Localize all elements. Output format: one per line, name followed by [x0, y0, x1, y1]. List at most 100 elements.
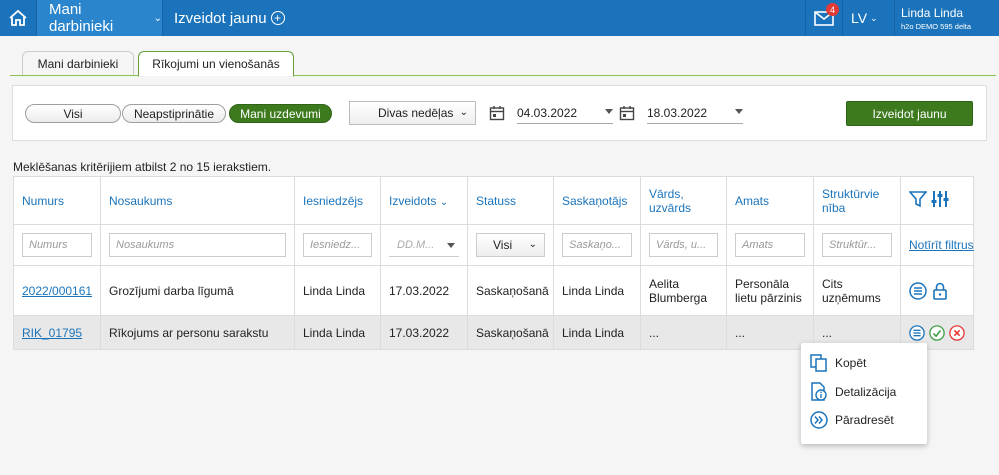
menu-create-new[interactable]: Izveidot jaunu + [174, 0, 285, 36]
number-filter-input[interactable]: Numurs [22, 233, 92, 257]
header-label: Statuss [476, 193, 517, 208]
pill-label: Mani uzdevumi [240, 106, 321, 121]
column-settings-icon[interactable] [930, 190, 950, 208]
copy-menu-item[interactable]: Kopēt [809, 352, 866, 374]
period-select[interactable]: Divas nedēļas ⌄ [349, 101, 476, 125]
period-value: Divas nedēļas [378, 106, 454, 120]
redirect-label: Pāradresēt [835, 413, 894, 427]
status-filter-select[interactable]: Visi ⌄ [476, 233, 545, 257]
cell-name: Aelita Blumberga [640, 265, 727, 316]
user-organization: h2o DEMO 595 delta [901, 22, 972, 31]
divider [894, 0, 895, 36]
approver-filter-input[interactable]: Saskaņo... [562, 233, 632, 257]
cell-submitter: Linda Linda [294, 265, 381, 316]
cell-created: 17.03.2022 [380, 315, 468, 350]
unit-filter-input[interactable]: Struktūr... [822, 233, 892, 257]
header-position[interactable]: Amats [726, 176, 814, 225]
redirect-icon [810, 411, 828, 429]
header-label: Vārds, [649, 186, 684, 201]
created-filter-placeholder: DD.M... [397, 238, 435, 251]
menu-my-employees-label: Mani darbinieki [49, 1, 114, 35]
filter-row: Numurs Nosaukums Iesniedz... DD.M... Vis… [13, 224, 974, 266]
create-new-label: Izveidot jaunu [872, 106, 947, 121]
date-to-field[interactable]: 18.03.2022 [647, 102, 743, 124]
lock-icon [933, 282, 947, 300]
filter-all-button[interactable]: Visi [25, 104, 121, 123]
status-filter-value: Visi [493, 238, 513, 252]
calendar-icon[interactable] [489, 105, 505, 121]
approve-check-icon[interactable] [929, 324, 945, 342]
dropdown-arrow-icon [447, 243, 455, 248]
header-created[interactable]: Izveidots ⌄ [380, 176, 468, 225]
cell-position: Personāla lietu pārzinis [726, 265, 814, 316]
cell-unit: Cits uzņēmums [813, 265, 901, 316]
date-from-field[interactable]: 04.03.2022 [517, 102, 613, 124]
redirect-menu-item[interactable]: Pāradresēt [809, 409, 894, 431]
header-number[interactable]: Numurs [13, 176, 101, 225]
language-label: LV [851, 10, 868, 26]
record-number-link[interactable]: 2022/000161 [22, 284, 92, 298]
copy-label: Kopēt [835, 356, 867, 370]
user-name: Linda Linda [901, 6, 964, 20]
details-label: Detalizācija [835, 385, 897, 399]
header-label: Izveidots [389, 193, 437, 208]
date-from-wrapper: 04.03.2022 [489, 101, 613, 125]
orders-table: Numurs Nosaukums Iesniedzējs Izveidots ⌄… [13, 176, 974, 350]
filter-icon[interactable] [908, 190, 928, 208]
tab-my-employees[interactable]: Mani darbinieki [22, 51, 134, 76]
divider [842, 0, 843, 36]
user-menu[interactable]: Linda Linda h2o DEMO 595 delta [901, 6, 971, 31]
menu-my-employees[interactable]: Mani darbinieki ⌄ [37, 0, 162, 36]
dropdown-arrow-icon [605, 109, 613, 114]
cell-title: Grozījumi darba līgumā [100, 265, 295, 316]
title-filter-input[interactable]: Nosaukums [109, 233, 286, 257]
header-label: Amats [735, 193, 770, 208]
create-new-button[interactable]: Izveidot jaunu [846, 101, 973, 126]
filter-unapproved-button[interactable]: Neapstiprinātie [122, 104, 226, 123]
menu-circle-icon[interactable] [909, 324, 925, 342]
header-status[interactable]: Statuss [467, 176, 554, 225]
cell-status: Saskaņošanā [467, 315, 554, 350]
clear-filters-link[interactable]: Notīrīt filtrus [909, 238, 974, 252]
row-actions-popup: Kopēt Detalizācija Pāradresēt [801, 343, 927, 444]
pill-label: Visi [63, 106, 83, 121]
cell-approver: Linda Linda [553, 265, 641, 316]
row-actions [909, 281, 965, 300]
pill-label: Neapstiprinātie [133, 106, 215, 121]
chevron-down-icon: ⌄ [153, 12, 162, 24]
date-to-wrapper: 18.03.2022 [619, 101, 743, 125]
dropdown-arrow-icon [735, 109, 743, 114]
record-number-link[interactable]: RIK_01795 [22, 326, 82, 340]
calendar-icon[interactable] [619, 105, 635, 121]
header-approver[interactable]: Saskaņotājs [553, 176, 641, 225]
name-filter-input[interactable]: Vārds, u... [649, 233, 718, 257]
filter-my-tasks-button[interactable]: Mani uzdevumi [229, 104, 332, 123]
header-submitter[interactable]: Iesniedzējs [294, 176, 381, 225]
created-filter-input[interactable]: DD.M... [389, 233, 459, 257]
header-label: Struktūrvie [822, 186, 880, 201]
language-selector[interactable]: LV ⌄ [851, 0, 878, 36]
position-filter-input[interactable]: Amats [735, 233, 805, 257]
home-button[interactable] [0, 0, 36, 36]
header-tools [900, 176, 974, 225]
plus-circle-icon: + [270, 11, 285, 25]
reject-x-icon[interactable] [949, 324, 965, 342]
sort-desc-icon: ⌄ [439, 196, 449, 208]
submitter-filter-input[interactable]: Iesniedz... [303, 233, 372, 257]
document-info-icon [811, 382, 827, 401]
header-label: Saskaņotājs [562, 193, 628, 208]
home-icon [9, 9, 27, 26]
menu-circle-icon[interactable] [909, 281, 927, 300]
header-title[interactable]: Nosaukums [100, 176, 295, 225]
details-menu-item[interactable]: Detalizācija [809, 381, 896, 403]
tab-label: Rīkojumi un vienošanās [152, 57, 280, 71]
header-label: Iesniedzējs [303, 193, 364, 208]
header-unit[interactable]: Struktūrvie nība [813, 176, 901, 225]
chevron-down-icon: ⌄ [870, 12, 878, 23]
header-name[interactable]: Vārds, uzvārds [640, 176, 727, 225]
date-from-value: 04.03.2022 [517, 105, 578, 120]
cell-name: ... [640, 315, 727, 350]
tab-orders-agreements[interactable]: Rīkojumi un vienošanās [138, 51, 294, 77]
chevron-down-icon: ⌄ [528, 239, 537, 250]
header-label: uzvārds [649, 200, 692, 215]
